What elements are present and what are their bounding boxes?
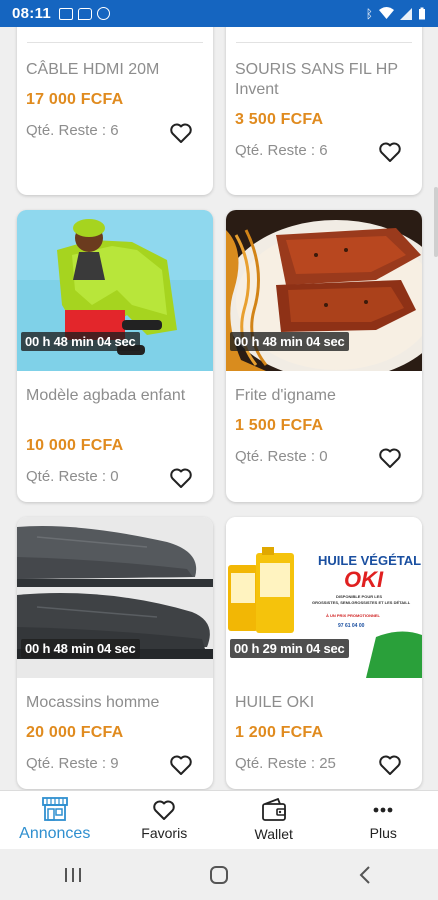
product-image: 00 h 48 min 04 sec	[17, 517, 213, 678]
ad-title: HUILE VÉGÉTAL	[318, 553, 422, 568]
product-card[interactable]: 00 h 48 min 04 sec Modèle agbada enfant …	[17, 210, 213, 502]
product-card[interactable]: 00 h 48 min 04 sec Mocassins homme 20 00…	[17, 517, 213, 789]
back-button[interactable]	[345, 855, 385, 895]
more-icon	[373, 807, 393, 813]
countdown-timer: 00 h 29 min 04 sec	[230, 639, 349, 658]
product-card[interactable]: CÂBLE HDMI 20M 17 000 FCFA Qté. Reste : …	[17, 27, 213, 195]
ad-line-1: DISPONIBLE POUR LES	[336, 594, 383, 599]
product-card[interactable]: HUILE VÉGÉTAL OKI DISPONIBLE POUR LES GR…	[226, 517, 422, 789]
wallet-icon	[261, 798, 286, 821]
product-price: 1 200 FCFA	[235, 724, 324, 741]
back-icon	[359, 865, 370, 884]
ad-line-3: À UN PRIX PROMOTIONNEL	[326, 613, 381, 618]
product-stock: Qté. Reste : 25	[235, 755, 336, 772]
tab-label: Wallet	[254, 826, 293, 842]
wifi-icon	[379, 7, 394, 19]
image-icon	[59, 7, 74, 20]
battery-icon	[419, 7, 425, 20]
product-price: 3 500 FCFA	[235, 111, 324, 128]
status-time: 08:11	[12, 5, 52, 22]
home-button[interactable]	[199, 855, 239, 895]
image-bottom-edge	[27, 42, 203, 43]
countdown-timer: 00 h 48 min 04 sec	[230, 332, 349, 351]
status-bar: 08:11 ᛒ	[0, 0, 438, 27]
bottom-navigation: Annonces Favoris Wallet Plus	[0, 790, 438, 849]
product-card[interactable]: SOURIS SANS FIL HP Invent 3 500 FCFA Qté…	[226, 27, 422, 195]
product-stock: Qté. Reste : 0	[235, 448, 328, 465]
favorite-heart-icon[interactable]	[378, 754, 402, 776]
product-image: 00 h 48 min 04 sec	[17, 210, 213, 371]
heart-icon	[153, 800, 175, 820]
home-icon	[210, 865, 228, 884]
product-image: HUILE VÉGÉTAL OKI DISPONIBLE POUR LES GR…	[226, 517, 422, 678]
product-name: HUILE OKI	[235, 694, 315, 711]
tab-plus[interactable]: Plus	[329, 791, 438, 849]
recent-apps-button[interactable]	[53, 855, 93, 895]
store-icon	[41, 797, 68, 821]
favorite-heart-icon[interactable]	[169, 467, 193, 489]
product-name: Frite d'igname	[235, 387, 336, 404]
tab-label: Annonces	[19, 825, 91, 842]
listings-grid[interactable]: CÂBLE HDMI 20M 17 000 FCFA Qté. Reste : …	[0, 27, 438, 790]
message-icon	[78, 7, 93, 20]
product-stock: Qté. Reste : 9	[26, 755, 119, 772]
product-price: 10 000 FCFA	[26, 437, 124, 454]
product-name: Modèle agbada enfant	[26, 387, 186, 404]
product-stock: Qté. Reste : 6	[26, 122, 119, 139]
system-navigation-bar	[0, 849, 438, 900]
scrollbar-thumb[interactable]	[434, 187, 438, 257]
product-price: 1 500 FCFA	[235, 417, 324, 434]
product-price: 17 000 FCFA	[26, 91, 124, 108]
product-name: Mocassins homme	[26, 694, 160, 711]
ad-line-2: GROSSISTES, SEMI-GROSSISTES ET LES DÉTAI…	[312, 600, 411, 605]
countdown-timer: 00 h 48 min 04 sec	[21, 639, 140, 658]
bluetooth-icon: ᛒ	[365, 6, 373, 21]
favorite-heart-icon[interactable]	[169, 122, 193, 144]
recent-apps-icon	[65, 867, 81, 882]
image-bottom-edge	[236, 42, 412, 43]
product-stock: Qté. Reste : 6	[235, 142, 328, 159]
favorite-heart-icon[interactable]	[378, 447, 402, 469]
product-stock: Qté. Reste : 0	[26, 468, 119, 485]
whatsapp-icon	[97, 7, 111, 20]
product-name: CÂBLE HDMI 20M	[26, 61, 160, 78]
signal-icon	[400, 7, 412, 20]
tab-label: Plus	[369, 825, 397, 841]
tab-favoris[interactable]: Favoris	[110, 791, 220, 849]
product-price: 20 000 FCFA	[26, 724, 124, 741]
favorite-heart-icon[interactable]	[169, 754, 193, 776]
product-image: 00 h 48 min 04 sec	[226, 210, 422, 371]
tab-label: Favoris	[141, 825, 188, 841]
product-card[interactable]: 00 h 48 min 04 sec Frite d'igname 1 500 …	[226, 210, 422, 502]
favorite-heart-icon[interactable]	[378, 141, 402, 163]
ad-brand: OKI	[344, 567, 384, 592]
ad-phone: 97 61 04 00	[338, 623, 365, 629]
tab-wallet[interactable]: Wallet	[219, 791, 329, 849]
tab-annonces[interactable]: Annonces	[0, 791, 110, 849]
countdown-timer: 00 h 48 min 04 sec	[21, 332, 140, 351]
product-name: SOURIS SANS FIL HP Invent	[235, 61, 398, 98]
